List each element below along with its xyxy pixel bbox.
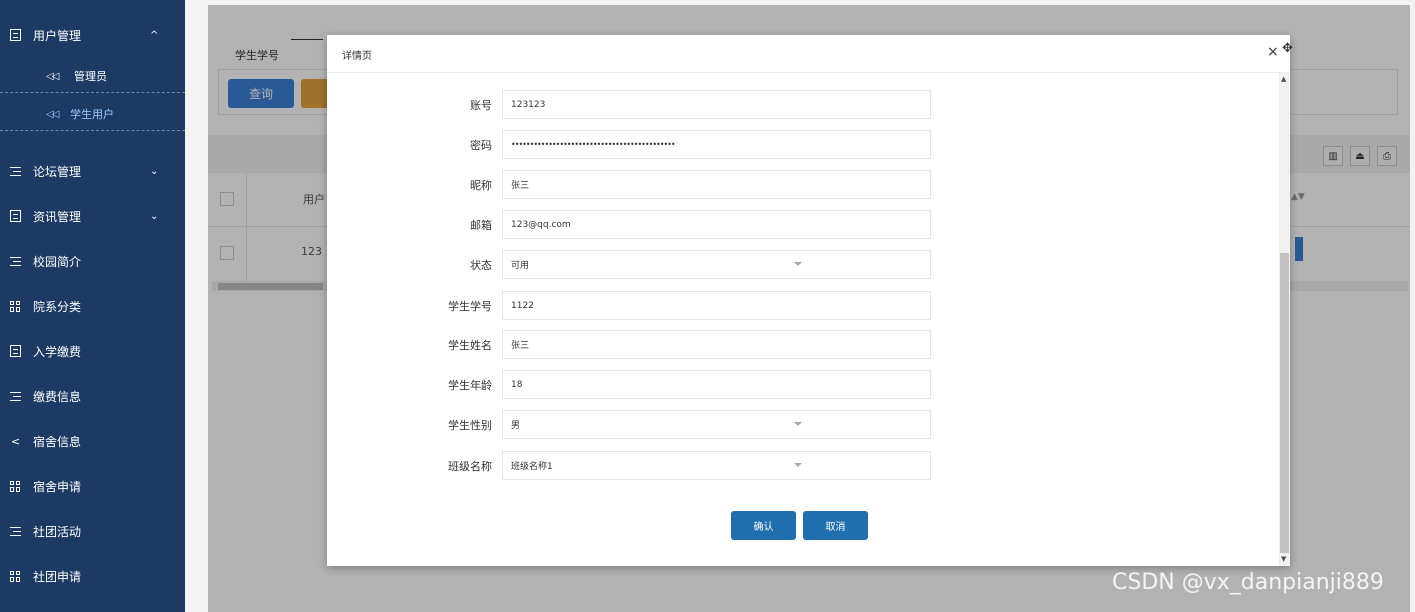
form-row-student-age: 学生年龄 18 bbox=[327, 370, 1277, 400]
move-icon[interactable]: ✥ bbox=[1282, 41, 1293, 56]
sidebar-sub-item-admin[interactable]: ◁◁ 管理员 bbox=[0, 58, 185, 94]
scrollbar-thumb[interactable] bbox=[1280, 253, 1289, 553]
chevron-down-icon: ⌄ bbox=[150, 165, 159, 177]
sidebar-item-club-activities[interactable]: 社团活动 bbox=[0, 512, 185, 550]
chevron-down-icon: ⌄ bbox=[150, 210, 159, 222]
list-icon bbox=[9, 165, 22, 178]
sidebar-item-enrollment-fee[interactable]: 入学缴费 bbox=[0, 332, 185, 370]
password-field[interactable]: ••••••••••••••••••••••••••••••••••••••••… bbox=[502, 130, 931, 159]
sidebar-item-label: 社团申请 bbox=[33, 569, 82, 584]
vertical-scrollbar[interactable]: ▲ ▼ bbox=[1279, 73, 1290, 566]
sidebar-item-forum[interactable]: 论坛管理 ⌄ bbox=[0, 152, 185, 190]
form-row-password: 密码 •••••••••••••••••••••••••••••••••••••… bbox=[327, 130, 1277, 160]
book-icon bbox=[9, 345, 22, 358]
field-label: 学生性别 bbox=[448, 419, 492, 432]
field-label: 密码 bbox=[470, 139, 492, 152]
form-row-account: 账号 123123 bbox=[327, 90, 1277, 120]
sidebar-item-news[interactable]: 资讯管理 ⌄ bbox=[0, 197, 185, 235]
sidebar-item-label: 缴费信息 bbox=[33, 389, 82, 404]
sidebar-item-campus-intro[interactable]: 校园简介 bbox=[0, 242, 185, 280]
field-label: 班级名称 bbox=[448, 460, 492, 473]
chevron-down-icon bbox=[794, 422, 802, 426]
sidebar-item-club-application[interactable]: 社团申请 bbox=[0, 557, 185, 595]
student-age-field[interactable]: 18 bbox=[502, 370, 931, 399]
sidebar-item-label: 宿舍信息 bbox=[33, 434, 82, 449]
sidebar-item-departments[interactable]: 院系分类 bbox=[0, 287, 185, 325]
share-icon: < bbox=[10, 434, 21, 448]
student-name-field[interactable]: 张三 bbox=[502, 330, 931, 359]
cancel-button[interactable]: 取消 bbox=[803, 511, 868, 540]
double-arrow-icon: ◁◁ bbox=[46, 70, 59, 82]
chevron-down-icon bbox=[794, 262, 802, 266]
form-row-student-name: 学生姓名 张三 bbox=[327, 330, 1277, 360]
field-label: 昵称 bbox=[470, 179, 492, 192]
sidebar-group-label: 用户管理 bbox=[33, 28, 82, 43]
form-row-student-gender: 学生性别 男 bbox=[327, 410, 1277, 440]
list-icon bbox=[9, 390, 22, 403]
student-gender-select[interactable]: 男 bbox=[502, 410, 931, 439]
chevron-down-icon bbox=[794, 463, 802, 467]
book-icon bbox=[9, 210, 22, 223]
double-arrow-icon: ◁◁ bbox=[46, 108, 59, 120]
scroll-down-icon[interactable]: ▼ bbox=[1281, 555, 1286, 563]
student-id-field[interactable]: 1122 bbox=[502, 291, 931, 320]
sidebar-item-dorm-info[interactable]: < 宿舍信息 bbox=[0, 422, 185, 460]
confirm-button[interactable]: 确认 bbox=[731, 511, 796, 540]
grid-icon bbox=[9, 480, 22, 493]
status-select[interactable]: 可用 bbox=[502, 250, 931, 279]
sidebar-item-label: 院系分类 bbox=[33, 299, 82, 314]
sidebar-item-label: 资讯管理 bbox=[33, 209, 82, 224]
email-field[interactable]: 123@qq.com bbox=[502, 210, 931, 239]
field-label: 学生年龄 bbox=[448, 379, 492, 392]
list-icon bbox=[9, 525, 22, 538]
form-row-status: 状态 可用 bbox=[327, 250, 1277, 280]
sidebar-group-user-management[interactable]: 用户管理 ^ bbox=[0, 16, 185, 54]
close-icon[interactable]: × bbox=[1267, 44, 1279, 60]
grid-icon bbox=[9, 570, 22, 583]
detail-dialog: 详情页 × ✥ 账号 123123 密码 •••••••••••••••••••… bbox=[327, 35, 1293, 566]
sidebar-item-dorm-application[interactable]: 宿舍申请 bbox=[0, 467, 185, 505]
book-icon bbox=[9, 29, 22, 42]
sidebar-item-label: 校园简介 bbox=[33, 254, 82, 269]
field-label: 学生姓名 bbox=[448, 339, 492, 352]
sidebar-sub-item-label: 学生用户 bbox=[70, 108, 114, 121]
form-row-class-name: 班级名称 班级名称1 bbox=[327, 451, 1277, 481]
field-label: 账号 bbox=[470, 99, 492, 112]
sidebar-item-label: 社团活动 bbox=[33, 524, 82, 539]
dialog-title: 详情页 bbox=[342, 51, 372, 62]
divider bbox=[0, 92, 185, 93]
dialog-header-divider bbox=[327, 72, 1290, 73]
chevron-up-icon: ^ bbox=[150, 29, 159, 41]
watermark: CSDN @vx_danpianji889 bbox=[1112, 570, 1384, 595]
form-row-nickname: 昵称 张三 bbox=[327, 170, 1277, 200]
sidebar-item-label: 宿舍申请 bbox=[33, 479, 82, 494]
field-label: 邮箱 bbox=[470, 219, 492, 232]
field-label: 状态 bbox=[470, 259, 492, 272]
scroll-up-icon[interactable]: ▲ bbox=[1281, 75, 1286, 83]
sidebar: 用户管理 ^ ◁◁ 管理员 ◁◁ 学生用户 论坛管理 ⌄ 资讯管理 ⌄ 校园简介… bbox=[0, 0, 185, 612]
nickname-field[interactable]: 张三 bbox=[502, 170, 931, 199]
grid-icon bbox=[9, 300, 22, 313]
sidebar-sub-item-label: 管理员 bbox=[74, 70, 107, 83]
sidebar-sub-item-student-user[interactable]: ◁◁ 学生用户 bbox=[0, 96, 185, 132]
field-label: 学生学号 bbox=[448, 300, 492, 313]
form-row-email: 邮箱 123@qq.com bbox=[327, 210, 1277, 240]
class-name-select[interactable]: 班级名称1 bbox=[502, 451, 931, 480]
form-row-student-id: 学生学号 1122 bbox=[327, 291, 1277, 321]
list-icon bbox=[9, 255, 22, 268]
account-field[interactable]: 123123 bbox=[502, 90, 931, 119]
divider bbox=[0, 130, 185, 131]
sidebar-item-payment-info[interactable]: 缴费信息 bbox=[0, 377, 185, 415]
sidebar-item-label: 入学缴费 bbox=[33, 344, 82, 359]
sidebar-item-label: 论坛管理 bbox=[33, 164, 82, 179]
